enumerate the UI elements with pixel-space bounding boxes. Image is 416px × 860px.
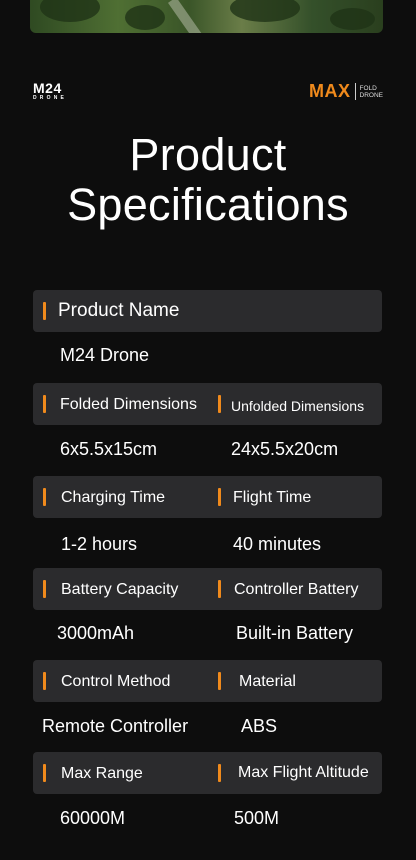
- accent-marker: [43, 395, 46, 413]
- drone-photo: [30, 0, 383, 33]
- page-title: Product Specifications: [0, 130, 416, 230]
- accent-marker: [218, 488, 221, 506]
- spec-label: Unfolded Dimensions: [231, 398, 365, 414]
- spec-label: Control Method: [61, 673, 171, 690]
- spec-value: 40 minutes: [233, 534, 322, 554]
- spec-label: Battery Capacity: [61, 581, 179, 598]
- drone-text: DRONE: [359, 91, 383, 99]
- max-logo-text: MAX: [309, 81, 351, 101]
- accent-marker: [218, 395, 221, 413]
- spec-value: 1-2 hours: [61, 534, 138, 554]
- spec-label: Max Flight Altitude: [238, 764, 369, 781]
- accent-marker: [43, 764, 46, 782]
- accent-marker: [43, 580, 46, 598]
- spec-value: 24x5.5x20cm: [231, 439, 339, 459]
- spec-label: Controller Battery: [234, 581, 359, 598]
- spec-label: Folded Dimensions: [60, 396, 197, 413]
- title-line-2: Specifications: [67, 179, 349, 230]
- spec-value: M24 Drone: [60, 345, 150, 365]
- title-line-1: Product: [129, 129, 287, 180]
- spec-value: 3000mAh: [57, 623, 135, 643]
- spec-label: Product Name: [58, 300, 180, 321]
- m24-logo: M24 DRONE: [33, 80, 77, 101]
- spec-value: ABS: [241, 716, 278, 736]
- spec-label: Flight Time: [233, 489, 312, 506]
- logo-text: M24: [33, 80, 62, 96]
- accent-marker: [218, 580, 221, 598]
- spec-value: 500M: [234, 808, 280, 828]
- accent-marker: [218, 764, 221, 782]
- spec-label: Max Range: [61, 765, 143, 782]
- fold-text: FOLD: [359, 84, 377, 92]
- spec-label: Material: [239, 673, 296, 690]
- accent-marker: [43, 302, 46, 320]
- spec-value: Built-in Battery: [236, 623, 354, 643]
- spec-value: 6x5.5x15cm: [60, 439, 158, 459]
- logo-divider: [354, 83, 356, 100]
- accent-marker: [43, 672, 46, 690]
- logo-subtext: DRONE: [33, 95, 68, 101]
- accent-marker: [43, 488, 46, 506]
- spec-value: 60000M: [60, 808, 126, 828]
- spec-label: Charging Time: [61, 489, 166, 506]
- spec-value: Remote Controller: [42, 716, 189, 736]
- max-fold-logo: MAX FOLD DRONE: [309, 81, 383, 102]
- accent-marker: [218, 672, 221, 690]
